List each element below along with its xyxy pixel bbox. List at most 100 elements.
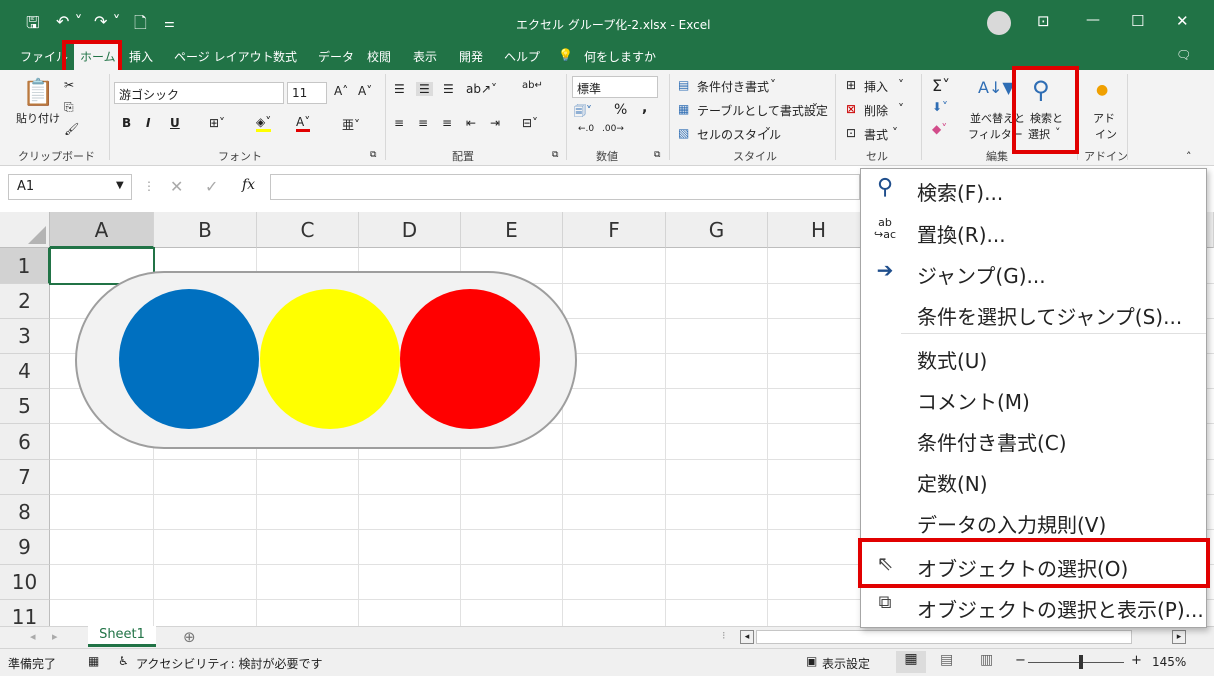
- name-box[interactable]: A1: [8, 174, 132, 200]
- row-header-1[interactable]: 1: [0, 248, 50, 284]
- row-header-2[interactable]: 2: [0, 284, 50, 319]
- menu-item-data-validation[interactable]: データの入力規則(V): [861, 501, 1206, 541]
- format-cells-button[interactable]: 書式: [864, 126, 888, 143]
- tab-formulas[interactable]: 数式: [273, 48, 297, 65]
- row-header-3[interactable]: 3: [0, 319, 50, 354]
- column-header-g[interactable]: G: [666, 212, 768, 248]
- tab-developer[interactable]: 開発: [459, 48, 483, 65]
- menu-item-goto[interactable]: ➔ ジャンプ(G)...: [861, 252, 1206, 292]
- row-header-11[interactable]: 11: [0, 600, 50, 626]
- add-sheet-button[interactable]: ⊕: [183, 628, 196, 646]
- grow-font-icon[interactable]: A˄: [334, 84, 348, 98]
- tell-me-search[interactable]: 何をしますか: [584, 48, 656, 65]
- display-settings-button[interactable]: 表示設定: [822, 655, 870, 672]
- paste-label[interactable]: 貼り付け: [16, 110, 60, 126]
- comments-icon[interactable]: 🗨: [1176, 48, 1191, 62]
- scroll-left-button[interactable]: ◂: [740, 630, 754, 644]
- align-bottom-icon[interactable]: ☰: [443, 82, 454, 96]
- shrink-font-icon[interactable]: A˅: [358, 84, 372, 98]
- normal-view-icon[interactable]: ▦: [896, 651, 926, 673]
- page-break-view-icon[interactable]: ▥: [980, 652, 993, 668]
- maximize-button[interactable]: ☐: [1131, 12, 1144, 30]
- formula-input[interactable]: [270, 174, 860, 200]
- zoom-out-button[interactable]: −: [1015, 653, 1026, 668]
- align-center-icon[interactable]: ≡: [418, 116, 428, 130]
- column-header-f[interactable]: F: [563, 212, 666, 248]
- row-header-7[interactable]: 7: [0, 460, 50, 495]
- italic-button[interactable]: I: [146, 116, 150, 130]
- align-top-icon[interactable]: ☰: [394, 82, 405, 96]
- row-header-9[interactable]: 9: [0, 530, 50, 565]
- align-right-icon[interactable]: ≡: [442, 116, 452, 130]
- row-header-4[interactable]: 4: [0, 354, 50, 389]
- tab-help[interactable]: ヘルプ: [504, 48, 540, 65]
- horizontal-scrollbar[interactable]: [756, 630, 1132, 644]
- tab-review[interactable]: 校閲: [367, 48, 391, 65]
- page-layout-view-icon[interactable]: ▤: [940, 652, 953, 668]
- addins-icon[interactable]: ●: [1096, 82, 1108, 98]
- paste-icon[interactable]: 📋: [22, 78, 54, 108]
- format-painter-icon[interactable]: 🖌: [64, 122, 79, 136]
- cell-styles-icon[interactable]: ▧: [678, 126, 689, 140]
- increase-indent-icon[interactable]: ⇥: [490, 116, 500, 130]
- orientation-icon[interactable]: ab↗˅: [466, 82, 497, 96]
- tab-insert[interactable]: 挿入: [129, 48, 153, 65]
- blue-circle[interactable]: [119, 289, 259, 429]
- cancel-icon[interactable]: ✕: [170, 177, 183, 196]
- avatar[interactable]: [987, 11, 1011, 35]
- format-cells-icon[interactable]: ⊡: [846, 126, 856, 140]
- zoom-in-button[interactable]: +: [1131, 653, 1142, 668]
- delete-cells-icon[interactable]: ⊠: [846, 102, 856, 116]
- accessibility-icon[interactable]: ♿: [118, 654, 129, 668]
- column-header-d[interactable]: D: [359, 212, 461, 248]
- menu-item-selection-pane[interactable]: ⧉ オブジェクトの選択と表示(P)...: [861, 586, 1206, 626]
- addins-label-1[interactable]: アド: [1093, 110, 1115, 126]
- column-header-e[interactable]: E: [461, 212, 563, 248]
- customize-qat-icon[interactable]: ⚌: [164, 16, 175, 30]
- redo-icon[interactable]: ↷ ˅: [94, 12, 121, 31]
- cut-icon[interactable]: ✂: [64, 78, 74, 92]
- prev-sheet-icon[interactable]: ◂: [30, 630, 36, 643]
- insert-cells-icon[interactable]: ⊞: [846, 78, 856, 92]
- row-header-10[interactable]: 10: [0, 565, 50, 600]
- number-launcher-icon[interactable]: ⧉: [654, 150, 660, 160]
- red-circle[interactable]: [400, 289, 540, 429]
- increase-decimal-icon[interactable]: ←.0: [578, 124, 594, 134]
- fill-icon[interactable]: ⬇˅: [932, 100, 948, 114]
- clear-icon[interactable]: ◆˅: [932, 122, 947, 136]
- ribbon-display-icon[interactable]: ⊡: [1037, 12, 1050, 30]
- row-header-6[interactable]: 6: [0, 424, 50, 460]
- menu-item-replace[interactable]: ab ↪ac 置換(R)...: [861, 211, 1206, 251]
- menu-item-find[interactable]: ⚲ 検索(F)...: [861, 169, 1206, 209]
- conditional-format-icon[interactable]: ▤: [678, 78, 689, 92]
- scroll-right-button[interactable]: ▸: [1172, 630, 1186, 644]
- align-left-icon[interactable]: ≡: [394, 116, 404, 130]
- row-header-5[interactable]: 5: [0, 389, 50, 424]
- tab-file[interactable]: ファイル: [20, 48, 68, 65]
- font-launcher-icon[interactable]: ⧉: [370, 150, 376, 160]
- close-button[interactable]: ✕: [1176, 12, 1189, 30]
- menu-item-formulas[interactable]: 数式(U): [861, 337, 1206, 377]
- enter-icon[interactable]: ✓: [205, 177, 218, 196]
- column-header-b[interactable]: B: [154, 212, 257, 248]
- accessibility-status[interactable]: アクセシビリティ: 検討が必要です: [136, 655, 323, 672]
- insert-function-button[interactable]: fx: [242, 177, 255, 193]
- wrap-text-icon[interactable]: ab↵: [522, 80, 543, 91]
- decrease-indent-icon[interactable]: ⇤: [466, 116, 476, 130]
- menu-item-comments[interactable]: コメント(M): [861, 378, 1206, 418]
- macro-record-icon[interactable]: ▦: [88, 654, 99, 668]
- tab-data[interactable]: データ: [318, 48, 354, 65]
- menu-item-constants[interactable]: 定数(N): [861, 460, 1206, 500]
- row-header-8[interactable]: 8: [0, 495, 50, 530]
- align-middle-icon[interactable]: ☰: [416, 82, 433, 96]
- copy-icon[interactable]: ⎘: [64, 100, 74, 115]
- font-size-dropdown[interactable]: 11: [287, 82, 327, 104]
- select-all-button[interactable]: [0, 212, 50, 248]
- merge-center-icon[interactable]: ⊟˅: [522, 116, 538, 130]
- comma-button[interactable]: ,: [642, 100, 647, 116]
- next-sheet-icon[interactable]: ▸: [52, 630, 58, 643]
- autosave-icon[interactable]: 🖫: [26, 12, 40, 39]
- zoom-slider-thumb[interactable]: [1079, 655, 1083, 669]
- phonetic-icon[interactable]: 亜˅: [342, 116, 360, 133]
- chevron-down-icon[interactable]: ▼: [116, 180, 124, 191]
